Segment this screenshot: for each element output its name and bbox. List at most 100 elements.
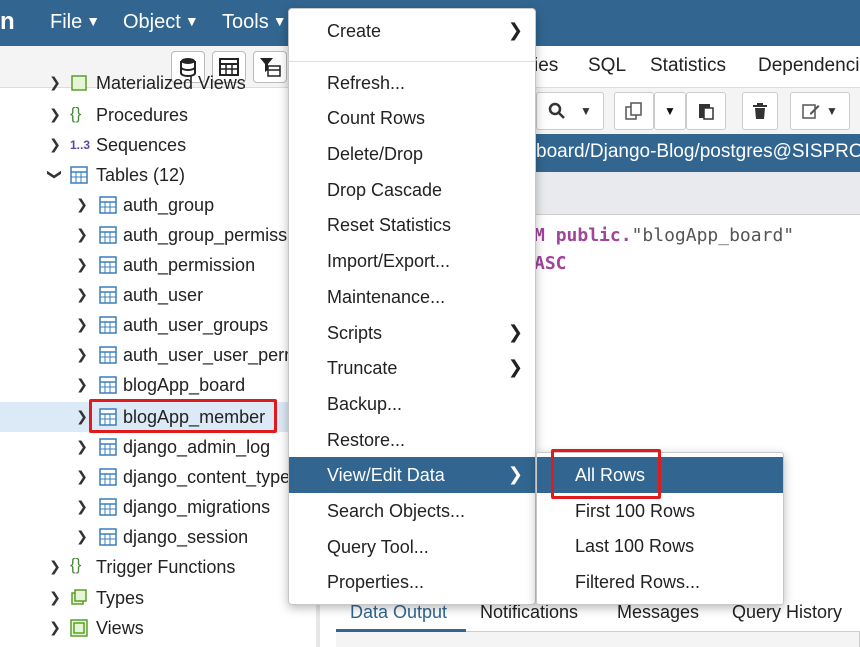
tree-item-table[interactable]: ❯ django_admin_log (0, 432, 316, 462)
code-token: "blogApp_board" (631, 225, 795, 246)
tree-item-table[interactable]: ❯ blogApp_board (0, 370, 316, 400)
tree-item-table[interactable]: ❯ django_migrations (0, 492, 316, 522)
menu-item-backup[interactable]: Backup... (289, 386, 535, 422)
chevron-down-icon: ▼ (184, 13, 199, 29)
menu-item-label: Import/Export... (327, 251, 451, 271)
menu-object[interactable]: Object ▼ (123, 11, 199, 34)
tree-item-types[interactable]: ❯ Types (0, 583, 316, 613)
tree-item-trigger-functions[interactable]: ❯ {} Trigger Functions (0, 552, 316, 582)
menu-item-create[interactable]: Create ❯ (289, 13, 535, 49)
tree-item-sequences[interactable]: ❯ 1..3 Sequences (0, 130, 316, 160)
submenu-item-last-100-rows[interactable]: Last 100 Rows (537, 528, 783, 564)
expand-icon[interactable]: ❯ (75, 438, 89, 455)
table-icon (99, 528, 117, 546)
edit-button[interactable]: ▼ (790, 92, 850, 130)
app-logo: n (0, 8, 15, 35)
expand-icon[interactable]: ❯ (75, 316, 89, 333)
table-icon (99, 498, 117, 516)
expand-icon[interactable]: ❯ (48, 558, 62, 575)
menu-item-refresh[interactable]: Refresh... (289, 65, 535, 101)
menu-item-label: Search Objects... (327, 501, 466, 521)
types-icon (71, 589, 87, 605)
menu-item-import-export[interactable]: Import/Export... (289, 243, 535, 279)
tree-item-table[interactable]: ❯ django_session (0, 522, 316, 552)
tab-messages[interactable]: Messages (617, 602, 699, 623)
find-button[interactable]: ▼ (536, 92, 604, 130)
menu-item-restore[interactable]: Restore... (289, 422, 535, 458)
expand-icon[interactable]: ❯ (75, 498, 89, 515)
expand-icon[interactable]: ❯ (48, 106, 62, 123)
menu-item-label: Maintenance... (327, 287, 446, 307)
expand-icon[interactable]: ❯ (75, 286, 89, 303)
sequence-icon: 1..3 (70, 138, 91, 152)
tab-sql[interactable]: SQL (588, 55, 626, 77)
menu-item-label: Delete/Drop (327, 144, 424, 164)
chevron-down-icon: ▼ (86, 13, 101, 29)
expand-icon[interactable]: ❯ (75, 226, 89, 243)
tree-item-table[interactable]: ❯ auth_group_permissions (0, 220, 316, 250)
tree-item-table[interactable]: ❯ auth_user_groups (0, 310, 316, 340)
menu-item-delete-drop[interactable]: Delete/Drop (289, 136, 535, 172)
menu-item-label: Truncate (327, 358, 398, 378)
tree-item-procedures[interactable]: ❯ {} Procedures (0, 100, 316, 130)
menu-item-query-tool[interactable]: Query Tool... (289, 529, 535, 565)
expand-icon[interactable]: ❯ (75, 346, 89, 363)
paste-button[interactable] (686, 92, 726, 130)
expand-icon[interactable]: ❯ (48, 136, 62, 153)
menu-item-search-objects[interactable]: Search Objects... (289, 493, 535, 529)
menu-item-label: Filtered Rows... (575, 572, 701, 592)
copy-button[interactable] (614, 92, 654, 130)
menu-item-properties[interactable]: Properties... (289, 564, 535, 600)
menu-item-view-edit-data[interactable]: View/Edit Data ❯ (289, 457, 535, 493)
menu-item-label: Properties... (327, 572, 425, 592)
tab-statistics[interactable]: Statistics (650, 55, 726, 77)
tree-item-label: Tables (12) (96, 165, 186, 185)
expand-icon[interactable]: ❯ (75, 196, 89, 213)
tree-item-label: django_content_type (123, 467, 291, 487)
paste-icon (699, 104, 714, 120)
tab-query-history[interactable]: Query History (732, 602, 842, 623)
tree-item-table[interactable]: ❯ auth_permission (0, 250, 316, 280)
expand-icon[interactable]: ❯ (48, 619, 62, 636)
expand-icon[interactable]: ❯ (48, 589, 62, 606)
context-menu: Create ❯ Refresh... Count Rows Delete/Dro… (288, 8, 536, 605)
tree-item-views[interactable]: ❯ Views (0, 613, 316, 643)
chevron-right-icon: ❯ (507, 322, 523, 342)
table-icon (99, 438, 117, 456)
menu-tools[interactable]: Tools ▼ (222, 11, 287, 34)
tree-item-tables[interactable]: ❯ Tables (12) (0, 160, 316, 190)
tree-item-label: Types (96, 588, 145, 608)
tab-data-output[interactable]: Data Output (350, 602, 447, 623)
code-line-1: M public."blogApp_board" (534, 225, 794, 246)
tab-notifications[interactable]: Notifications (480, 602, 578, 623)
menu-item-label: Last 100 Rows (575, 536, 695, 556)
expand-icon[interactable]: ❯ (75, 468, 89, 485)
tab-dependencies[interactable]: Dependencies (758, 55, 860, 77)
delete-button[interactable] (742, 92, 778, 130)
tree-item-table[interactable]: ❯ auth_group (0, 190, 316, 220)
tree-item-label: Sequences (96, 135, 187, 155)
submenu-item-filtered-rows[interactable]: Filtered Rows... (537, 564, 783, 600)
menu-item-scripts[interactable]: Scripts ❯ (289, 315, 535, 351)
expand-icon[interactable]: ❯ (75, 528, 89, 545)
menu-item-truncate[interactable]: Truncate ❯ (289, 350, 535, 386)
expand-icon[interactable]: ❯ (75, 376, 89, 393)
tree-item-table[interactable]: ❯ auth_user (0, 280, 316, 310)
tree-item-materialized-views[interactable]: ❯ Materialized Views (0, 70, 316, 98)
tab-properties[interactable]: ies (534, 55, 558, 77)
expand-icon[interactable]: ❯ (48, 74, 62, 91)
menu-item-reset-statistics[interactable]: Reset Statistics (289, 207, 535, 243)
tree-item-label: Views (96, 618, 144, 638)
expand-icon[interactable]: ❯ (75, 256, 89, 273)
collapse-icon[interactable]: ❯ (47, 168, 64, 182)
table-icon (99, 256, 117, 274)
menu-item-count-rows[interactable]: Count Rows (289, 100, 535, 136)
menu-item-drop-cascade[interactable]: Drop Cascade (289, 172, 535, 208)
expand-icon[interactable]: ❯ (75, 408, 89, 425)
menu-separator (289, 61, 535, 62)
tree-item-table[interactable]: ❯ django_content_type (0, 462, 316, 492)
menu-item-maintenance[interactable]: Maintenance... (289, 279, 535, 315)
tree-item-table[interactable]: ❯ auth_user_user_permissions (0, 340, 316, 370)
menu-file[interactable]: File ▼ (50, 11, 100, 34)
copy-options-button[interactable]: ▼ (654, 92, 686, 130)
